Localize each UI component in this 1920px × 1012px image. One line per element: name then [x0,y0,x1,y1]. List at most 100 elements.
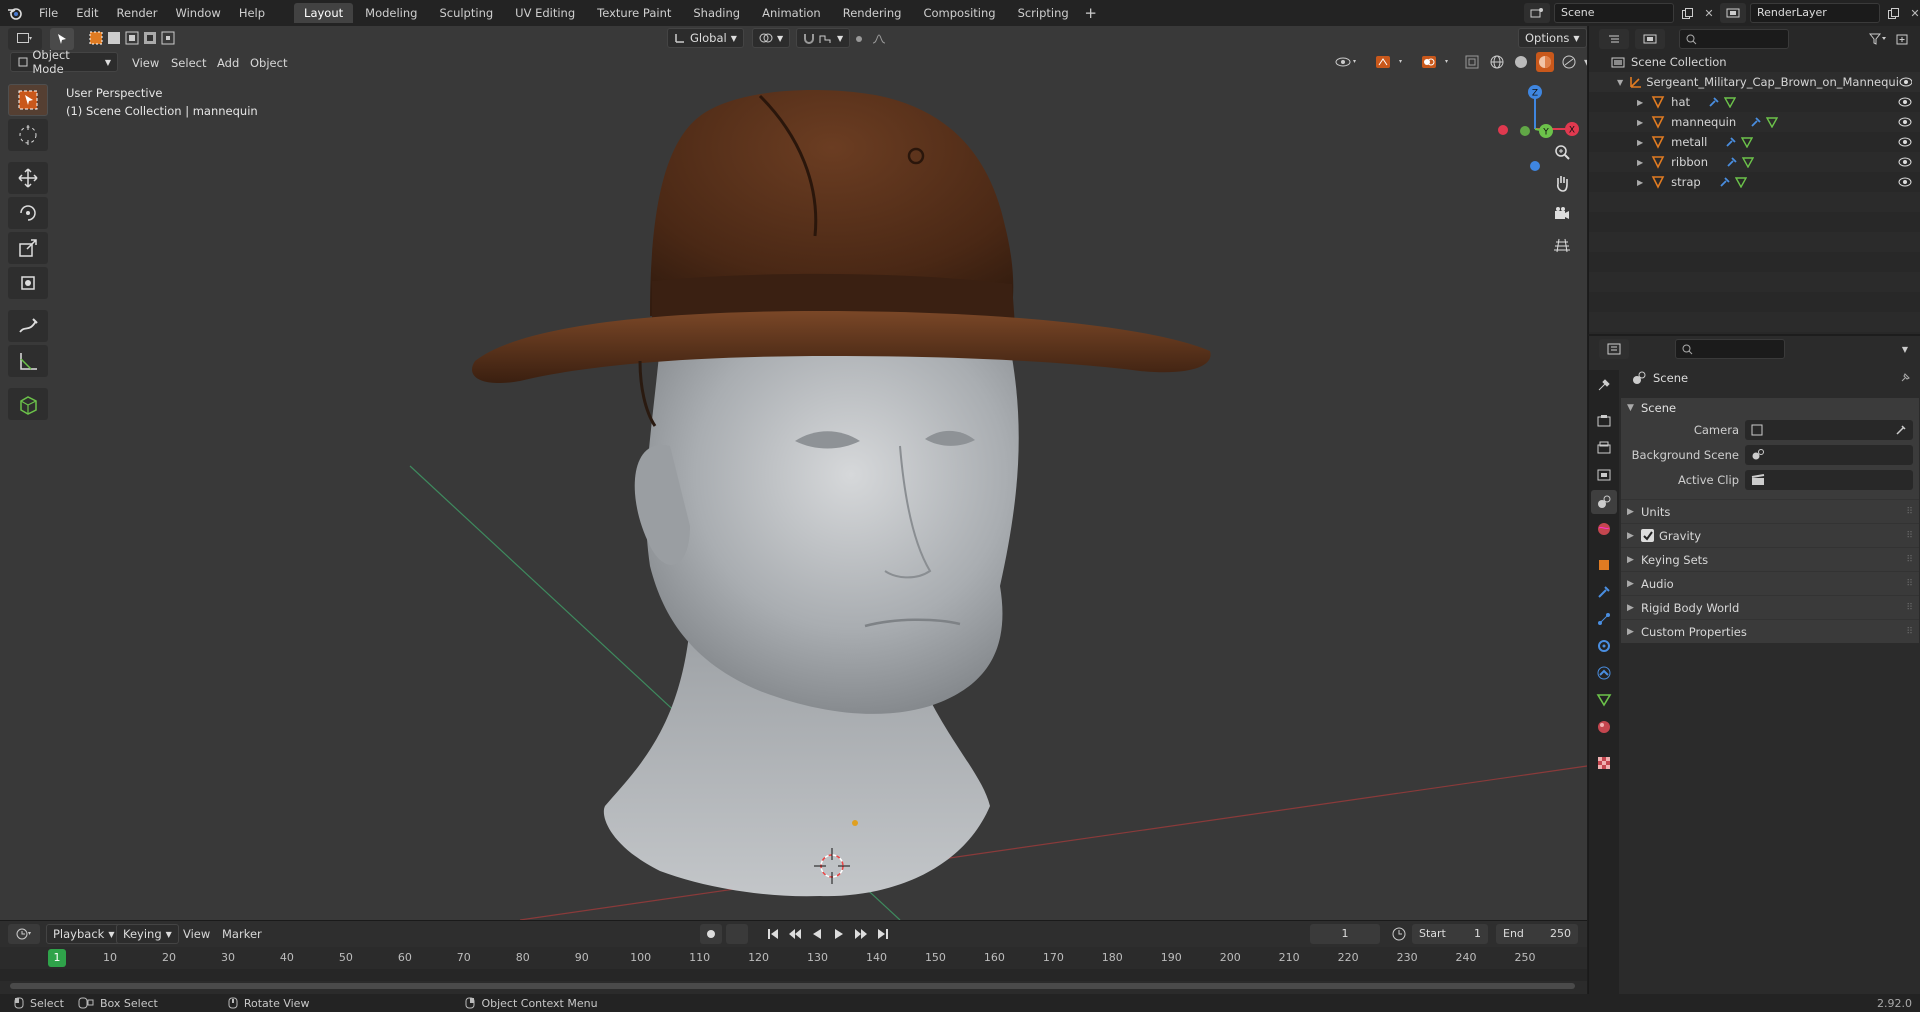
expand-arrow-icon[interactable]: ▶ [1637,178,1643,187]
tab-texture-icon[interactable] [1591,751,1617,775]
timeline-scrollbar[interactable] [10,983,1575,989]
eyedropper-icon[interactable] [1895,424,1907,436]
mesh-data-icon[interactable] [1741,136,1754,148]
display-mode-icon[interactable] [1635,29,1665,49]
tab-sculpting[interactable]: Sculpting [429,3,503,23]
tab-animation[interactable]: Animation [752,3,831,23]
menu-edit[interactable]: Edit [67,0,107,26]
tool-annotate[interactable] [8,310,48,342]
play-icon[interactable] [830,924,848,944]
subpanel-header[interactable]: ▶ Units ⠿ [1621,499,1919,523]
timeline-menu-marker[interactable]: Marker [222,923,262,945]
add-workspace-icon[interactable]: + [1081,3,1101,23]
drag-handle-icon[interactable]: ⠿ [1906,596,1913,620]
outliner-row-collection[interactable]: ▼ Sergeant_Military_Cap_Brown_on_Mannequ… [1589,72,1920,92]
tab-texture-paint[interactable]: Texture Paint [587,3,681,23]
tab-render-icon[interactable] [1591,409,1617,433]
new-scene-icon[interactable] [1678,4,1696,22]
tab-layout[interactable]: Layout [294,3,354,23]
visibility-selectability-icon[interactable] [1330,52,1364,72]
subpanel-header[interactable]: ▶ Custom Properties ⠿ [1621,619,1919,643]
menu-file[interactable]: File [30,0,67,26]
gravity-checkbox[interactable] [1641,529,1654,542]
outliner-row-object[interactable]: ▶ strap [1589,172,1920,192]
menu-render[interactable]: Render [108,0,167,26]
visibility-eye-icon[interactable] [1898,117,1912,127]
scene-selector-icon[interactable] [1524,3,1550,23]
pan-hand-icon[interactable] [1548,169,1576,197]
outliner-row-object[interactable]: ▶ mannequin [1589,112,1920,132]
auto-keying-icon[interactable] [700,924,722,944]
transform-orientation-dropdown[interactable]: Global ▼ [667,28,744,48]
properties-editor-type-icon[interactable] [1599,339,1629,359]
gizmo-toggle-icon[interactable] [1370,52,1410,72]
tool-transform[interactable] [8,267,48,299]
viewport-menu-object[interactable]: Object [250,52,287,74]
drag-handle-icon[interactable]: ⠿ [1906,500,1913,524]
menu-window[interactable]: Window [166,0,229,26]
timeline-editor-type-icon[interactable] [8,924,40,944]
outliner-row-object[interactable]: ▶ hat [1589,92,1920,112]
shading-solid-icon[interactable] [1512,52,1530,72]
remove-view-layer-icon[interactable]: ✕ [1906,4,1920,22]
tab-physics-icon[interactable] [1591,634,1617,658]
expand-arrow-icon[interactable]: ▶ [1637,138,1643,147]
tab-compositing[interactable]: Compositing [913,3,1005,23]
jump-start-icon[interactable] [764,924,782,944]
viewport-menu-add[interactable]: Add [217,52,239,74]
selection-mode-icons[interactable] [88,30,176,46]
subpanel-header[interactable]: ▶ Keying Sets ⠿ [1621,547,1919,571]
viewport-menu-view[interactable]: View [132,52,159,74]
start-frame-field[interactable]: Start 1 [1412,924,1488,944]
subpanel-header[interactable]: ▶ Audio ⠿ [1621,571,1919,595]
xray-toggle-icon[interactable] [1462,52,1482,72]
camera-field[interactable] [1745,420,1913,440]
drag-handle-icon[interactable]: ⠿ [1906,620,1913,644]
current-frame-field[interactable]: 1 [1310,924,1380,944]
visibility-eye-icon[interactable] [1898,97,1912,107]
expand-arrow-icon[interactable]: ▶ [1637,158,1643,167]
properties-search-input[interactable] [1675,339,1785,359]
camera-view-icon[interactable] [1548,200,1576,228]
modifier-wrench-icon[interactable] [1726,156,1738,168]
timeline-menu-view[interactable]: View [183,923,210,945]
visibility-eye-icon[interactable] [1898,177,1912,187]
expand-arrow-icon[interactable]: ▼ [1617,78,1623,87]
tab-constraints-icon[interactable] [1591,661,1617,685]
chevron-down-icon[interactable]: ▼ [1584,58,1587,67]
tool-scale[interactable] [8,232,48,264]
tab-modifiers-icon[interactable] [1591,580,1617,604]
modifier-wrench-icon[interactable] [1708,96,1720,108]
tool-add-cube[interactable] [8,388,48,420]
zoom-icon[interactable] [1548,138,1576,166]
tab-world-icon[interactable] [1591,517,1617,541]
scene-name-field[interactable]: Scene [1554,3,1674,23]
filter-icon[interactable] [1864,29,1892,49]
drag-handle-icon[interactable]: ⠿ [1906,548,1913,572]
modifier-wrench-icon[interactable] [1725,136,1737,148]
view-layer-icon[interactable] [1720,3,1746,23]
tab-rendering[interactable]: Rendering [833,3,912,23]
overlays-toggle-icon[interactable] [1416,52,1456,72]
background-scene-field[interactable] [1745,445,1913,465]
scene-panel-header[interactable]: ▼ Scene [1621,398,1919,418]
tab-scripting[interactable]: Scripting [1008,3,1079,23]
outliner-search-input[interactable] [1679,29,1789,49]
menu-help[interactable]: Help [230,0,274,26]
modifier-wrench-icon[interactable] [1750,116,1762,128]
expand-arrow-icon[interactable]: ▶ [1637,98,1643,107]
modifier-wrench-icon[interactable] [1719,176,1731,188]
end-frame-field[interactable]: End 250 [1496,924,1578,944]
tool-move[interactable] [8,162,48,194]
object-mode-dropdown[interactable]: Object Mode ▼ [10,48,118,76]
frame-ruler[interactable]: 1 10 20 30 40 50 60 70 80 90 100 110 120 130 140 150 160… [0,949,1587,967]
mesh-data-icon[interactable] [1766,116,1779,128]
outliner-editor-type-icon[interactable] [1599,29,1629,49]
select-tool-icon[interactable] [50,28,74,50]
jump-keyframe-back-icon[interactable] [786,924,804,944]
shading-material-icon[interactable] [1536,52,1554,72]
viewport-menu-select[interactable]: Select [171,52,206,74]
outliner-row-scene-collection[interactable]: Scene Collection [1589,52,1920,72]
remove-scene-icon[interactable]: ✕ [1700,4,1718,22]
view-layer-field[interactable]: RenderLayer [1750,3,1880,23]
